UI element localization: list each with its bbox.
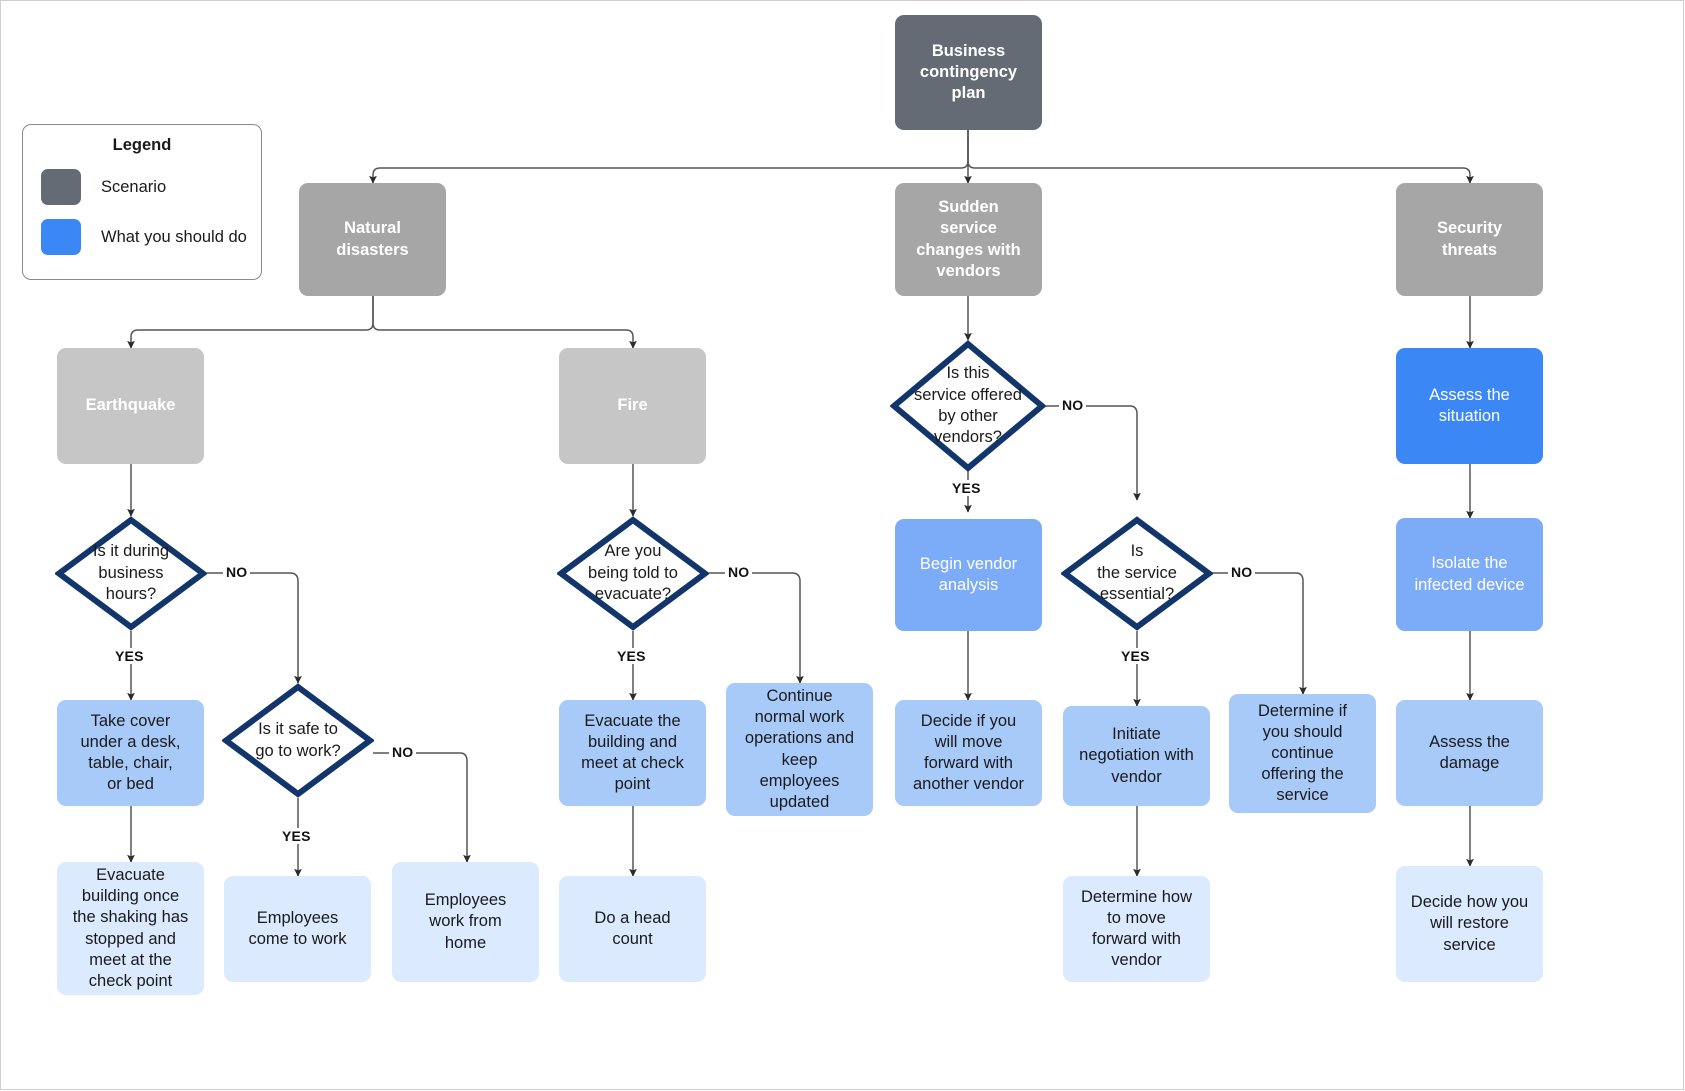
node-decide-how-restore-service[interactable]: Decide how you will restore service (1396, 866, 1543, 982)
node-natural-disasters[interactable]: Natural disasters (299, 183, 446, 296)
edge-label-safe-yes: YES (279, 828, 314, 844)
decision-label: Is it safe to go to work? (255, 720, 341, 760)
node-business-contingency-plan[interactable]: Business contingency plan (895, 15, 1042, 130)
node-assess-the-situation[interactable]: Assess the situation (1396, 348, 1543, 464)
decision-label: Is the service essential? (1097, 542, 1177, 604)
node-continue-normal-work-operations[interactable]: Continue normal work operations and keep… (726, 683, 873, 816)
edge-label-earthquake-no: NO (223, 564, 251, 580)
node-security-threats[interactable]: Security threats (1396, 183, 1543, 296)
edge-label-fire-yes: YES (614, 648, 649, 664)
node-assess-the-damage[interactable]: Assess the damage (1396, 700, 1543, 806)
decision-label: Is it during business hours? (92, 542, 170, 604)
node-fire[interactable]: Fire (559, 348, 706, 464)
node-employees-come-to-work[interactable]: Employees come to work (224, 876, 371, 982)
node-determine-if-continue-offering-service[interactable]: Determine if you should continue offerin… (1229, 694, 1376, 813)
flowchart-canvas: Legend Scenario What you should do Busin… (0, 0, 1685, 1091)
node-take-cover[interactable]: Take cover under a desk, table, chair, o… (57, 700, 204, 806)
decision-is-the-service-essential[interactable]: Is the service essential? (1061, 516, 1213, 631)
edge-label-essential-yes: YES (1118, 648, 1153, 664)
node-earthquake[interactable]: Earthquake (57, 348, 204, 464)
decision-are-you-being-told-to-evacuate[interactable]: Are you being told to evacuate? (557, 516, 709, 631)
legend-item-action: What you should do (23, 219, 261, 255)
decision-label: Are you being told to evacuate? (588, 542, 678, 604)
node-begin-vendor-analysis[interactable]: Begin vendor analysis (895, 519, 1042, 631)
node-initiate-negotiation-with-vendor[interactable]: Initiate negotiation with vendor (1063, 706, 1210, 806)
legend: Legend Scenario What you should do (22, 124, 262, 280)
node-decide-move-forward-another-vendor[interactable]: Decide if you will move forward with ano… (895, 700, 1042, 806)
node-determine-how-to-move-forward[interactable]: Determine how to move forward with vendo… (1063, 876, 1210, 982)
node-employees-work-from-home[interactable]: Employees work from home (392, 862, 539, 982)
edge-label-earthquake-yes: YES (112, 648, 147, 664)
node-do-a-head-count[interactable]: Do a head count (559, 876, 706, 982)
legend-swatch-action (41, 219, 81, 255)
edge-label-essential-no: NO (1228, 564, 1256, 580)
decision-label: Is this service offered by other vendors… (914, 364, 1022, 447)
node-sudden-service-changes[interactable]: Sudden service changes with vendors (895, 183, 1042, 296)
legend-label-action: What you should do (101, 227, 247, 246)
node-isolate-infected-device[interactable]: Isolate the infected device (1396, 518, 1543, 631)
decision-is-it-during-business-hours[interactable]: Is it during business hours? (55, 516, 207, 631)
legend-item-scenario: Scenario (23, 169, 261, 205)
edge-label-vendors-no: NO (1059, 397, 1087, 413)
edge-label-fire-no: NO (725, 564, 753, 580)
decision-is-this-service-offered-by-other-vendors[interactable]: Is this service offered by other vendors… (890, 340, 1046, 472)
node-evacuate-building-meet-checkpoint[interactable]: Evacuate the building and meet at check … (559, 700, 706, 806)
edge-label-vendors-yes: YES (949, 480, 984, 496)
node-evacuate-after-shaking[interactable]: Evacuate building once the shaking has s… (57, 862, 204, 995)
legend-label-scenario: Scenario (101, 177, 167, 196)
decision-is-it-safe-to-go-to-work[interactable]: Is it safe to go to work? (222, 683, 374, 798)
edge-label-safe-no: NO (389, 744, 417, 760)
legend-title: Legend (112, 136, 172, 154)
legend-swatch-scenario (41, 169, 81, 205)
